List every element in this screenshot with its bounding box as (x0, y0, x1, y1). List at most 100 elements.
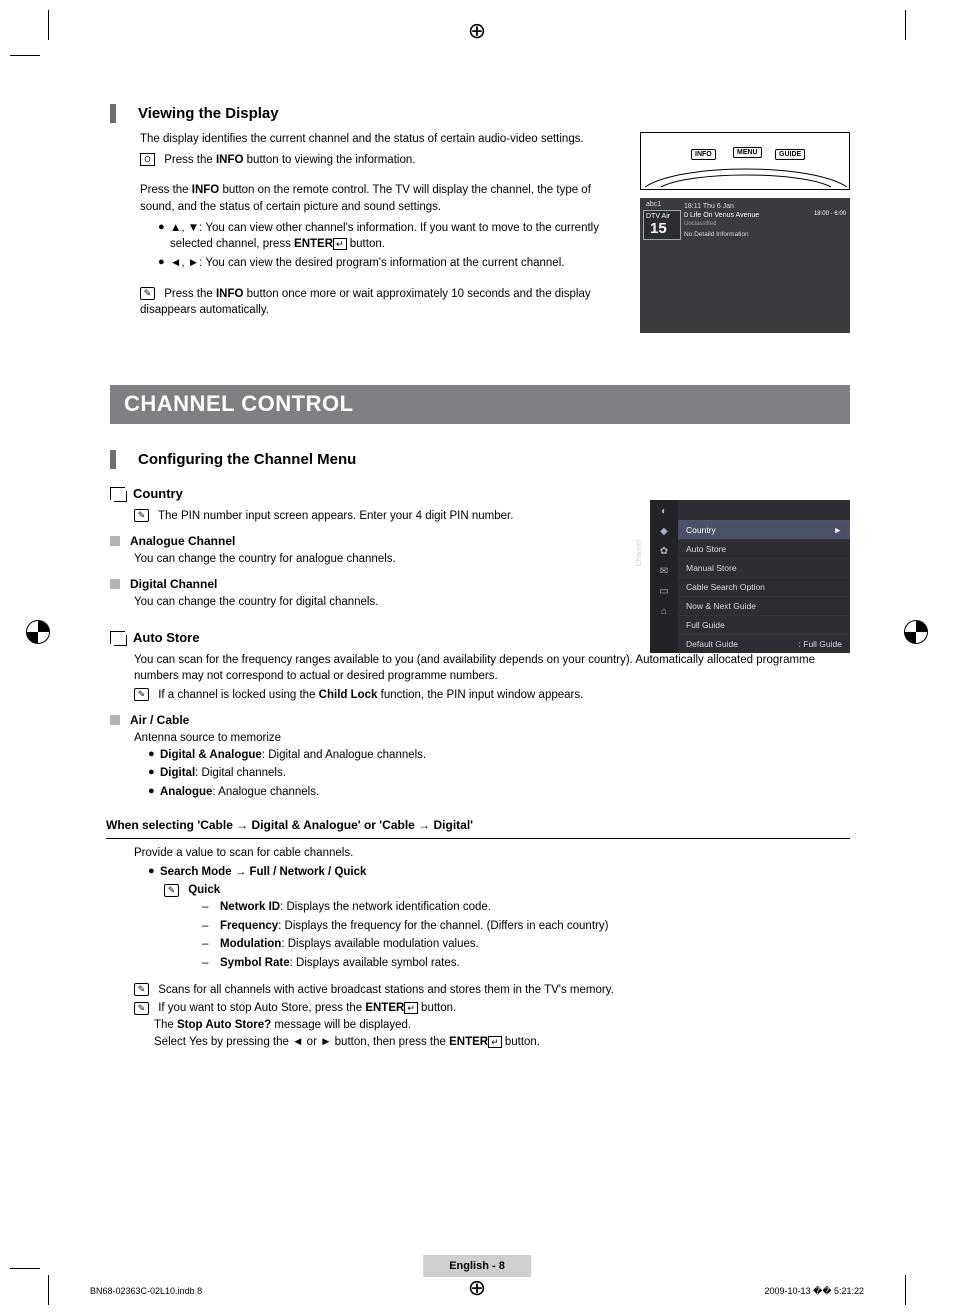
section-title: Configuring the Channel Menu (138, 451, 356, 468)
menu-item-value: : Full Guide (799, 639, 842, 649)
section-bar-icon (110, 104, 116, 123)
note: ✎ If you want to stop Auto Store, press … (134, 1000, 850, 1017)
note: ✎ Quick (164, 882, 850, 899)
note-icon: ✎ (134, 509, 149, 522)
gray-square-icon (110, 715, 120, 725)
note-text: If a channel is locked using the Child L… (158, 689, 583, 701)
note-icon: ✎ (164, 884, 179, 897)
dash-icon: – (202, 918, 220, 935)
bullet-text: Digital & Analogue: Digital and Analogue… (160, 747, 426, 764)
note-text: Quick (188, 884, 220, 896)
tv-label: abc1 (643, 201, 681, 208)
menu-icon: ▭ (658, 586, 670, 598)
bullet-icon: ● (158, 255, 170, 272)
subheading-title: Country (133, 485, 183, 504)
paragraph: You can scan for the frequency ranges av… (134, 652, 850, 685)
text: Press the INFO button to viewing the inf… (164, 154, 415, 166)
crop-mark (48, 1275, 49, 1305)
doc-filename: BN68-02363C-02L10.indb 8 (90, 1286, 202, 1297)
print-footer: BN68-02363C-02L10.indb 8 2009-10-13 �� 5… (90, 1286, 864, 1297)
tv-program-name: Life On Venus Avenue (690, 212, 759, 219)
tv-channel-box: abc1 DTV Air 15 (643, 201, 681, 240)
section-title: Viewing the Display (138, 105, 279, 122)
tv-channel-info: DTV Air 15 (643, 210, 681, 240)
bullet-item: ● Digital: Digital channels. (148, 765, 850, 782)
menu-icon: ✉ (658, 566, 670, 578)
subheading-title: Auto Store (133, 629, 199, 648)
menu-item: Full Guide (678, 615, 850, 634)
section-bar-icon (110, 450, 116, 469)
menu-body: ◐ ◆ ✿ ✉ ▭ ⌂ Country ► Auto Store Manual … (650, 500, 850, 653)
paragraph: Provide a value to scan for cable channe… (134, 845, 850, 862)
tv-program-row: D Life On Venus Avenue18:00 - 6:00 (684, 211, 846, 221)
dash-text: Modulation: Displays available modulatio… (220, 936, 479, 953)
enter-icon: ↵ (404, 1002, 418, 1014)
note-icon: ✎ (134, 1002, 149, 1015)
content-area: Viewing the Display The display identifi… (110, 104, 850, 1050)
menu-icon: ✿ (658, 546, 670, 558)
remote-illustration: INFO MENU GUIDE (640, 132, 850, 190)
tv-detail: No Detaild Information (684, 231, 846, 239)
note-text: The PIN number input screen appears. Ent… (158, 510, 513, 522)
bullet-text: Digital: Digital channels. (160, 765, 286, 782)
menu-item: Manual Store (678, 558, 850, 577)
sub-item-title: Analogue Channel (130, 534, 235, 548)
sub-item-title: Air / Cable (130, 713, 189, 727)
paragraph: The Stop Auto Store? message will be dis… (154, 1017, 850, 1034)
registration-target-icon (904, 620, 928, 644)
bullet-item: ● Search Mode → Full / Network / Quick (148, 864, 850, 881)
note-icon: ✎ (134, 983, 149, 996)
square-bullet-icon (110, 487, 125, 500)
doc-timestamp: 2009-10-13 �� 5:21:22 (764, 1286, 864, 1297)
registration-mark-icon: ⊕ (468, 18, 486, 44)
underline-heading: When selecting 'Cable → Digital & Analog… (106, 817, 850, 839)
section-header: Viewing the Display (110, 104, 850, 123)
dash-icon: – (202, 936, 220, 953)
gray-square-icon (110, 536, 120, 546)
dash-text: Network ID: Displays the network identif… (220, 899, 491, 916)
gray-square-icon (110, 579, 120, 589)
bullet-text: Search Mode → Full / Network / Quick (160, 864, 366, 881)
crop-mark (10, 55, 40, 56)
note-text: If you want to stop Auto Store, press th… (158, 1002, 456, 1014)
bullet-item: ● Digital & Analogue: Digital and Analog… (148, 747, 850, 764)
bullet-icon: ● (148, 765, 160, 782)
bullet-text: Analogue: Analogue channels. (160, 784, 319, 801)
sub-item-title: Digital Channel (130, 577, 217, 591)
bullet-icon: ● (158, 220, 170, 253)
tv-classification: Unclassified (684, 221, 846, 229)
dash-text: Symbol Rate: Displays available symbol r… (220, 955, 460, 972)
menu-item-label: Country (686, 525, 716, 535)
dash-icon: – (202, 955, 220, 972)
crop-mark (905, 1275, 906, 1305)
sub-item: Air / Cable (110, 712, 850, 729)
menu-icon: ⌂ (658, 606, 670, 618)
bullet-icon: ● (148, 864, 160, 881)
square-bullet-icon (110, 631, 125, 644)
crop-mark (905, 10, 906, 40)
menu-icon-rail: ◐ ◆ ✿ ✉ ▭ ⌂ (650, 500, 678, 653)
menu-icon: ◐ (658, 506, 670, 518)
paragraph: O Press the INFO button to viewing the i… (140, 152, 620, 169)
dash-icon: – (202, 899, 220, 916)
section-body: The display identifies the current chann… (140, 131, 620, 319)
enter-icon: ↵ (488, 1036, 502, 1048)
menu-item-label: Default Guide (686, 639, 738, 649)
menu-list: Country ► Auto Store Manual Store Cable … (678, 500, 850, 653)
remote-outline-icon (641, 133, 850, 190)
bullet-item: ● ▲, ▼: You can view other channel's inf… (158, 220, 620, 253)
dash-item: –Modulation: Displays available modulati… (202, 936, 850, 953)
note-text: Press the INFO button once more or wait … (140, 288, 591, 317)
sub-item-desc: Antenna source to memorize (134, 730, 850, 747)
bullet-icon: ● (148, 784, 160, 801)
page: ⊕ ⊕ Viewing the Display The display iden… (0, 0, 954, 1315)
crop-mark (48, 10, 49, 40)
menu-item: Default Guide : Full Guide (678, 634, 850, 653)
osd-menu-illustration: Channel ◐ ◆ ✿ ✉ ▭ ⌂ Country ► Auto Store (650, 500, 850, 653)
registration-target-icon (26, 620, 50, 644)
menu-category-label: Channel (636, 540, 643, 566)
crop-mark (10, 1268, 40, 1269)
enter-icon: ↵ (333, 238, 347, 250)
dash-item: –Frequency: Displays the frequency for t… (202, 918, 850, 935)
note-icon: ✎ (134, 688, 149, 701)
